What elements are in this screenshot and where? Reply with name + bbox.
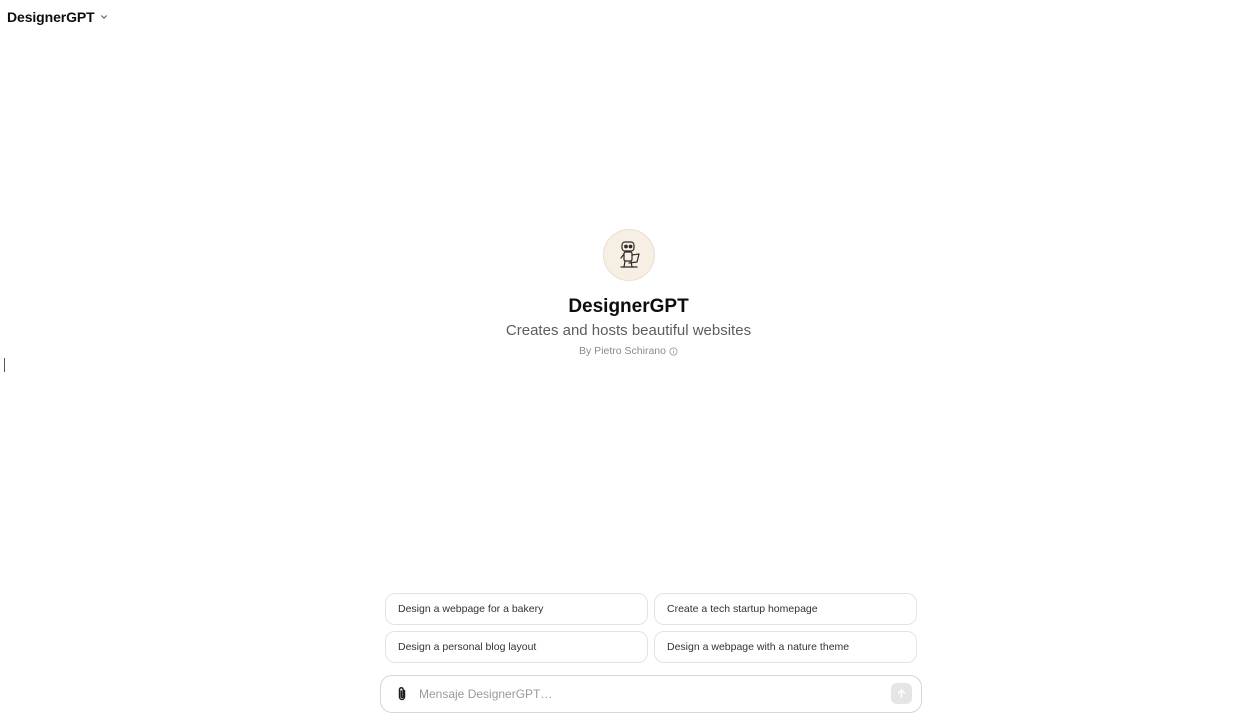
message-input[interactable]: [419, 684, 879, 704]
gpt-name: DesignerGPT: [568, 296, 689, 317]
suggestion-button[interactable]: Design a webpage with a nature theme: [654, 631, 917, 663]
info-icon[interactable]: [669, 346, 678, 356]
arrow-up-icon: [896, 688, 907, 699]
send-button[interactable]: [891, 683, 912, 704]
suggestion-button[interactable]: Create a tech startup homepage: [654, 593, 917, 625]
gpt-selector-dropdown[interactable]: DesignerGPT: [7, 8, 110, 26]
robot-designer-icon: [602, 229, 655, 281]
gpt-description: Creates and hosts beautiful websites: [505, 322, 752, 339]
suggestion-grid: Design a webpage for a bakery Create a t…: [385, 593, 917, 663]
header-title: DesignerGPT: [7, 9, 95, 25]
suggestion-button[interactable]: Design a webpage for a bakery: [385, 593, 648, 625]
message-composer: [380, 675, 922, 713]
gpt-profile: DesignerGPT Creates and hosts beautiful …: [0, 229, 1257, 358]
suggestion-button[interactable]: Design a personal blog layout: [385, 631, 648, 663]
text-cursor: [4, 358, 5, 372]
author-label[interactable]: By Pietro Schirano: [579, 344, 666, 358]
gpt-author: By Pietro Schirano: [579, 344, 678, 358]
paperclip-icon[interactable]: [393, 685, 411, 703]
chevron-down-icon: [100, 12, 110, 22]
